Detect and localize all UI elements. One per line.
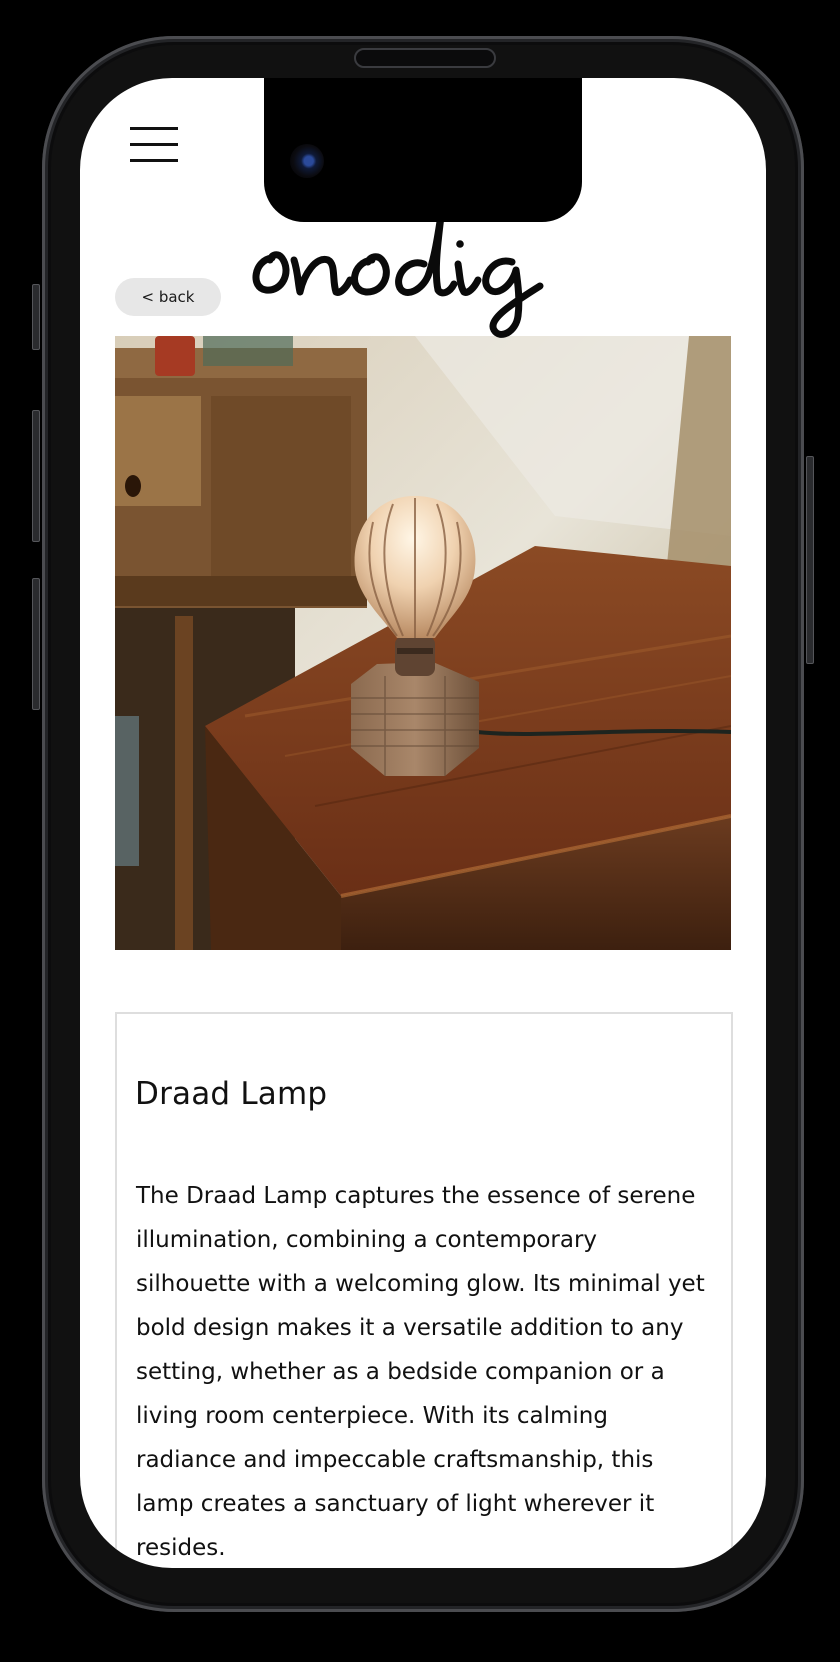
notch [264, 78, 582, 222]
device-stage: < back Draad Lamp The Draad Lamp capture… [0, 0, 840, 1662]
speaker-slot [354, 48, 496, 68]
product-description: The Draad Lamp captures the essence of s… [136, 1183, 705, 1561]
power-button [806, 456, 814, 664]
volume-up-button [32, 410, 40, 542]
phone-screen: < back Draad Lamp The Draad Lamp capture… [80, 78, 766, 1568]
product-image [115, 336, 731, 950]
hamburger-menu-icon [130, 127, 178, 130]
product-title: Draad Lamp [135, 1076, 328, 1112]
lamp-photo [115, 336, 731, 950]
product-details-card: Draad Lamp The Draad Lamp captures the e… [115, 1012, 733, 1568]
volume-down-button [32, 578, 40, 710]
back-button[interactable]: < back [115, 278, 221, 316]
front-camera [290, 144, 324, 178]
menu-button[interactable] [130, 122, 180, 166]
silent-switch [32, 284, 40, 350]
